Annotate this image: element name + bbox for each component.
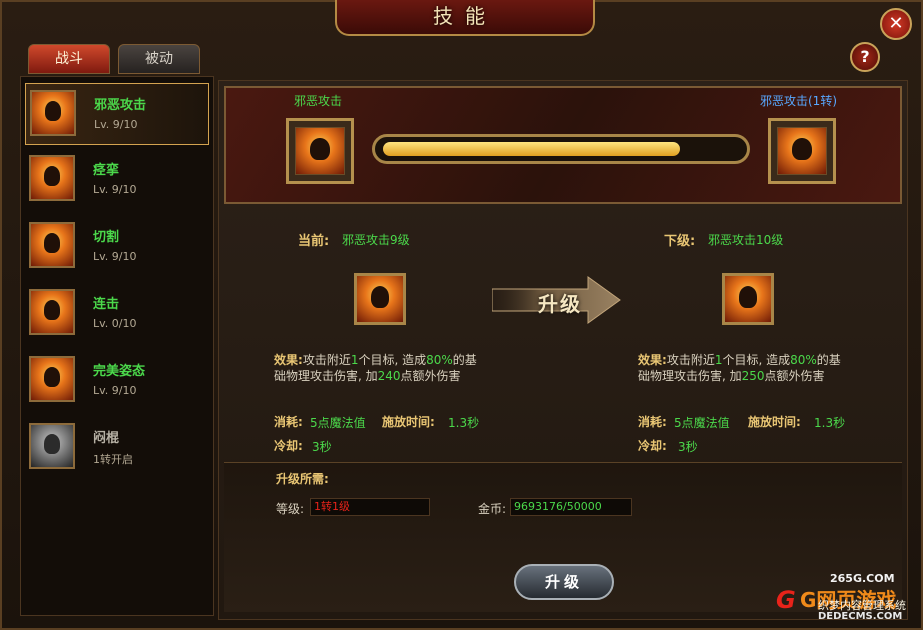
tab-combat[interactable]: 战斗 — [28, 44, 110, 74]
skill-level: Lv. 9/10 — [93, 183, 137, 196]
tab-passive[interactable]: 被动 — [118, 44, 200, 74]
current-cost-label: 消耗: — [274, 415, 303, 429]
banner-advanced-skill-name: 邪恶攻击(1转) — [760, 94, 837, 108]
skill-name: 闷棍 — [93, 431, 120, 446]
close-button[interactable]: ✕ — [880, 8, 912, 40]
close-icon: ✕ — [888, 13, 904, 34]
skill-list-item[interactable]: 闷棍 1转开启 — [25, 417, 209, 479]
effect-text: 点额外伤害 — [400, 369, 461, 383]
cut-icon — [29, 222, 75, 268]
current-cast-value: 1.3秒 — [448, 416, 480, 430]
watermark-logo-icon: G — [776, 586, 796, 614]
current-skill-level: 邪恶攻击9级 — [342, 233, 410, 247]
skill-list-item[interactable]: 邪恶攻击 Lv. 9/10 — [25, 83, 209, 145]
current-cast-label: 施放时间: — [382, 415, 435, 429]
next-cooldown-value: 3秒 — [678, 440, 698, 454]
next-skill-icon — [722, 273, 774, 325]
required-level-label: 等级: — [276, 502, 305, 516]
banner-advanced-skill-slot — [768, 118, 836, 184]
skill-progress-fill — [383, 142, 680, 156]
effect-label: 效果: — [638, 353, 667, 367]
skill-name: 切割 — [93, 230, 120, 245]
effect-percent: 80% — [426, 353, 453, 367]
next-cast-label: 施放时间: — [748, 415, 801, 429]
skill-name: 痉挛 — [93, 163, 120, 178]
skill-name: 邪恶攻击 — [94, 98, 147, 113]
effect-text: 个目标, 造成 — [722, 353, 791, 367]
skill-level: Lv. 0/10 — [93, 317, 137, 330]
next-skill-level: 邪恶攻击10级 — [708, 233, 784, 247]
effect-bonus: 250 — [741, 369, 765, 383]
window-title: 技能 — [433, 4, 497, 28]
skill-level: Lv. 9/10 — [93, 384, 137, 397]
next-cost-label: 消耗: — [638, 415, 667, 429]
next-label: 下级: — [664, 234, 696, 249]
current-cooldown-value: 3秒 — [312, 440, 332, 454]
effect-text: 攻击附近 — [666, 353, 715, 367]
effect-label: 效果: — [274, 353, 303, 367]
evil-attack-icon — [777, 127, 827, 175]
upgrade-arrow-label: 升级 — [538, 292, 582, 316]
skill-list: 邪恶攻击 Lv. 9/10 痉挛 Lv. 9/10 切割 Lv. 9/10 连击… — [20, 76, 214, 616]
window-title-plate: 技能 — [335, 0, 595, 36]
required-level-value: 1转1级 — [310, 498, 430, 516]
next-cast-value: 1.3秒 — [814, 416, 846, 430]
required-gold-value: 9693176/50000 — [510, 498, 632, 516]
skill-name: 连击 — [93, 297, 120, 312]
perfect-stance-icon — [29, 356, 75, 402]
skill-list-item[interactable]: 连击 Lv. 0/10 — [25, 283, 209, 345]
skill-name: 完美姿态 — [93, 364, 146, 379]
upgrade-button[interactable]: 升级 — [514, 564, 614, 600]
effect-text: 攻击附近 — [302, 353, 351, 367]
current-skill-icon — [354, 273, 406, 325]
required-gold-label: 金币: — [478, 502, 507, 516]
skill-progress-bar — [372, 134, 750, 164]
effect-bonus: 240 — [377, 369, 401, 383]
skill-unlock-text: 1转开启 — [93, 453, 133, 466]
requirements-title: 升级所需: — [276, 472, 329, 486]
evil-attack-icon — [295, 127, 345, 175]
effect-percent: 80% — [790, 353, 817, 367]
effect-text: 个目标, 造成 — [358, 353, 427, 367]
current-label: 当前: — [298, 234, 330, 249]
sap-icon — [29, 423, 75, 469]
current-cooldown-label: 冷却: — [274, 439, 303, 453]
banner-current-skill-slot — [286, 118, 354, 184]
skill-level: Lv. 9/10 — [93, 250, 137, 263]
watermark-url: DEDECMS.COM — [818, 611, 903, 622]
skill-list-item[interactable]: 痉挛 Lv. 9/10 — [25, 149, 209, 211]
effect-text: 点额外伤害 — [764, 369, 825, 383]
banner-current-skill-name: 邪恶攻击 — [294, 94, 343, 108]
skill-list-item[interactable]: 完美姿态 Lv. 9/10 — [25, 350, 209, 412]
current-effect: 效果:攻击附近1个目标, 造成80%的基础物理攻击伤害, 加240点额外伤害 — [274, 352, 484, 384]
skill-list-item[interactable]: 切割 Lv. 9/10 — [25, 216, 209, 278]
question-icon: ? — [860, 47, 870, 66]
current-cost-value: 5点魔法值 — [310, 416, 366, 430]
skill-level: Lv. 9/10 — [94, 118, 138, 131]
next-cooldown-label: 冷却: — [638, 439, 667, 453]
spasm-icon — [29, 155, 75, 201]
next-effect: 效果:攻击附近1个目标, 造成80%的基础物理攻击伤害, 加250点额外伤害 — [638, 352, 848, 384]
combo-icon — [29, 289, 75, 335]
help-button[interactable]: ? — [850, 42, 880, 72]
evil-attack-icon — [30, 90, 76, 136]
next-cost-value: 5点魔法值 — [674, 416, 730, 430]
